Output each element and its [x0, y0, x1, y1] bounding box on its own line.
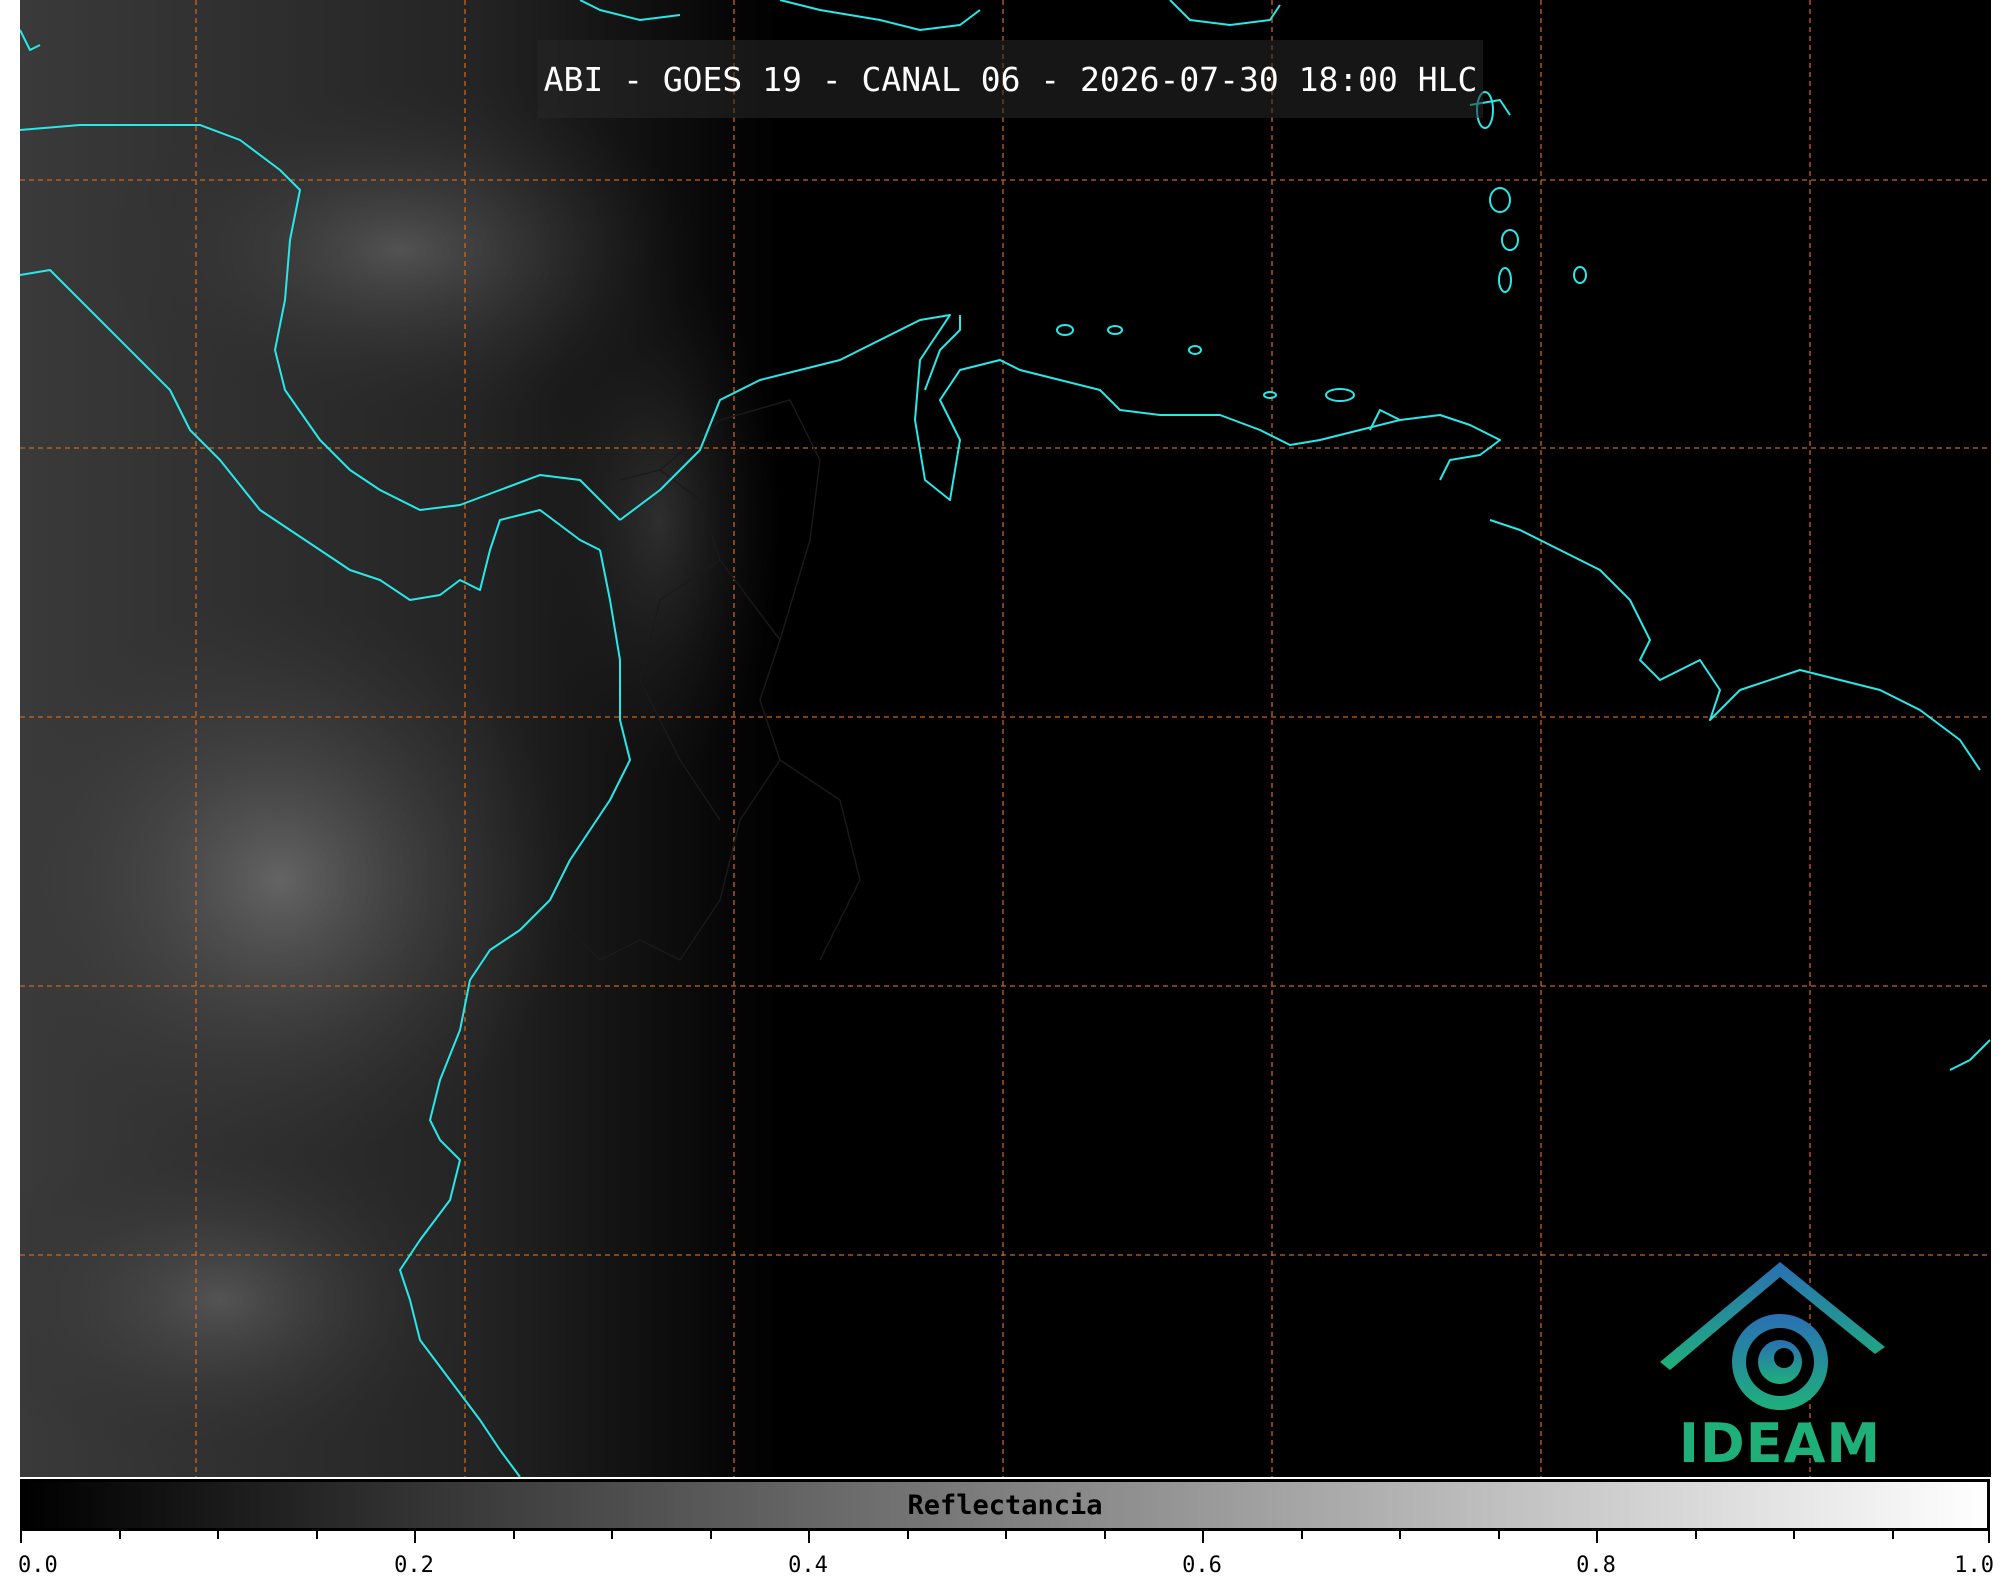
colorbar-minor-tick [907, 1531, 909, 1539]
colorbar-major-tick [808, 1531, 810, 1543]
colorbar-minor-tick [119, 1531, 121, 1539]
colorbar-major-tick [414, 1531, 416, 1543]
colorbar-tick-label: 1.0 [1954, 1553, 1994, 1578]
colorbar: Reflectancia [20, 1479, 1990, 1531]
colorbar-minor-tick [1301, 1531, 1303, 1539]
ideam-logo: IDEAM [1660, 1252, 1900, 1475]
colorbar-minor-tick [316, 1531, 318, 1539]
colorbar-tick-label: 0.8 [1576, 1553, 1616, 1578]
colorbar-major-tick [1988, 1531, 1990, 1543]
colorbar-major-tick [1202, 1531, 1204, 1543]
ideam-logo-icon [1660, 1262, 1885, 1410]
colorbar-label: Reflectancia [907, 1489, 1103, 1521]
colorbar-minor-tick [710, 1531, 712, 1539]
colorbar-major-tick [1596, 1531, 1598, 1543]
colorbar-tick-label: 0.0 [18, 1553, 58, 1578]
colorbar-tick-label: 0.2 [394, 1553, 434, 1578]
ideam-logo-text: IDEAM [1678, 1412, 1882, 1475]
colorbar-minor-tick [611, 1531, 613, 1539]
colorbar-tick-label: 0.6 [1182, 1553, 1222, 1578]
colorbar-minor-tick [1005, 1531, 1007, 1539]
colorbar-major-tick [20, 1531, 22, 1543]
colorbar-minor-tick [1892, 1531, 1894, 1539]
satellite-map: ABI - GOES 19 - CANAL 06 - 2026-07-30 18… [20, 0, 1991, 1477]
colorbar-minor-tick [1793, 1531, 1795, 1539]
colorbar-minor-tick [1498, 1531, 1500, 1539]
colorbar-minor-tick [1399, 1531, 1401, 1539]
title-banner: ABI - GOES 19 - CANAL 06 - 2026-07-30 18… [538, 40, 1483, 118]
colorbar-minor-tick [1104, 1531, 1106, 1539]
colorbar-minor-tick [513, 1531, 515, 1539]
cloud-mass-andes [540, 260, 780, 780]
map-title: ABI - GOES 19 - CANAL 06 - 2026-07-30 18… [543, 59, 1478, 99]
colorbar-minor-tick [217, 1531, 219, 1539]
colorbar-minor-tick [1695, 1531, 1697, 1539]
colorbar-tick-label: 0.4 [788, 1553, 828, 1578]
colorbar-ticks: 0.0 0.2 0.4 0.6 0.8 1.0 [18, 1531, 1994, 1578]
